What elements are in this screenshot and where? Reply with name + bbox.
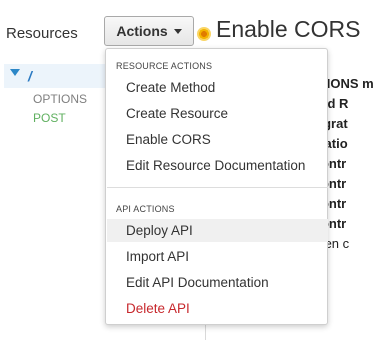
menu-item-import-api[interactable]: Import API: [107, 245, 328, 268]
menu-item-create-resource[interactable]: Create Resource: [107, 102, 328, 125]
actions-button-label: Actions: [116, 23, 168, 39]
menu-header-resource-actions: RESOURCE ACTIONS: [116, 61, 213, 71]
chevron-down-icon: [173, 28, 182, 34]
menu-separator: [107, 187, 328, 188]
expand-caret-icon[interactable]: [10, 69, 20, 76]
actions-dropdown-menu: RESOURCE ACTIONS Create Method Create Re…: [105, 48, 328, 325]
tree-method-post[interactable]: POST: [33, 111, 66, 125]
cursor-highlight-icon: [197, 27, 211, 41]
resources-title: Resources: [6, 25, 78, 42]
page-title: Enable CORS: [216, 16, 361, 42]
menu-item-delete-api[interactable]: Delete API: [107, 297, 328, 320]
menu-item-enable-cors[interactable]: Enable CORS: [107, 128, 328, 151]
tree-root-label: /: [28, 68, 32, 84]
menu-item-deploy-api[interactable]: Deploy API: [107, 219, 328, 242]
menu-item-edit-api-documentation[interactable]: Edit API Documentation: [107, 271, 328, 294]
tree-method-options[interactable]: OPTIONS: [33, 92, 87, 106]
menu-item-edit-resource-documentation[interactable]: Edit Resource Documentation: [107, 154, 328, 177]
menu-header-api-actions: API ACTIONS: [116, 204, 175, 214]
actions-button[interactable]: Actions: [104, 16, 194, 46]
menu-item-create-method[interactable]: Create Method: [107, 76, 328, 99]
